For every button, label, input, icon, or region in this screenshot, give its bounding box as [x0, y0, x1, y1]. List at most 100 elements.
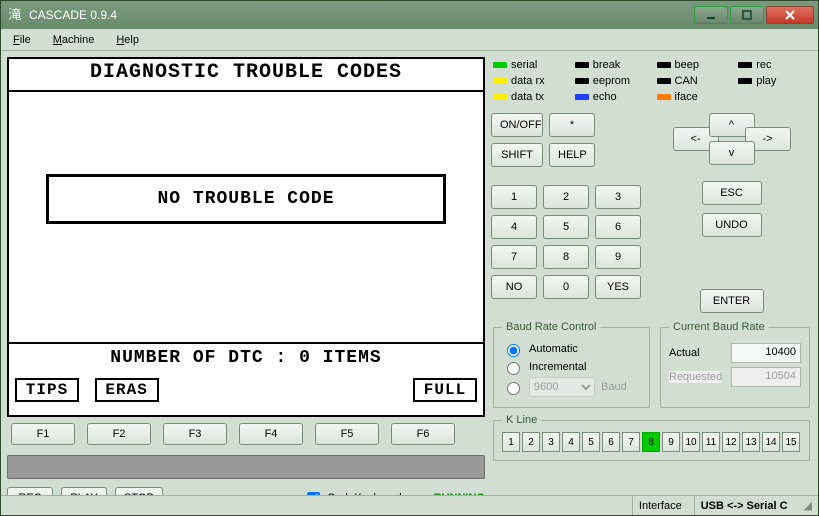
status-iface-label: Interface [632, 496, 688, 515]
key-4[interactable]: 4 [491, 215, 537, 239]
softkey-3 [174, 378, 238, 402]
key-5[interactable]: 5 [543, 215, 589, 239]
yes-button[interactable]: YES [595, 275, 641, 299]
current-baud-legend: Current Baud Rate [669, 321, 769, 333]
key-0[interactable]: 0 [543, 275, 589, 299]
led-eeprom-lamp [575, 78, 589, 84]
menu-file[interactable]: File [9, 32, 35, 48]
current-baud-group: Current Baud Rate Actual10400 Requested1… [660, 321, 810, 408]
kline-cell-12[interactable]: 12 [722, 432, 740, 452]
lcd-message: NO TROUBLE CODE [46, 174, 446, 224]
lcd-softkey-row: TIPS ERAS FULL [9, 378, 483, 402]
led-serial: serial [493, 59, 565, 71]
led-beep-lamp [657, 62, 671, 68]
f5-button[interactable]: F5 [315, 423, 379, 445]
led-rec: rec [738, 59, 810, 71]
kline-cell-7[interactable]: 7 [622, 432, 640, 452]
led-play: play [738, 75, 810, 87]
help-button[interactable]: HELP [549, 143, 595, 167]
kline-cell-5[interactable]: 5 [582, 432, 600, 452]
resize-grip-icon[interactable]: ◢ [804, 499, 812, 512]
minimize-button[interactable] [694, 6, 728, 24]
maximize-button[interactable] [730, 6, 764, 24]
kline-cell-8[interactable]: 8 [642, 432, 660, 452]
key-8[interactable]: 8 [543, 245, 589, 269]
f6-button[interactable]: F6 [391, 423, 455, 445]
led-datarx-lamp [493, 78, 507, 84]
menubar: File Machine Help [1, 29, 818, 51]
f1-button[interactable]: F1 [11, 423, 75, 445]
key-7[interactable]: 7 [491, 245, 537, 269]
menu-file-label: ile [20, 34, 31, 46]
requested-value: 10504 [731, 367, 801, 387]
actual-value: 10400 [731, 343, 801, 363]
key-6[interactable]: 6 [595, 215, 641, 239]
led-play-lamp [738, 78, 752, 84]
key-2[interactable]: 2 [543, 185, 589, 209]
window-title: CASCADE 0.9.4 [29, 8, 694, 22]
kline-legend: K Line [502, 414, 541, 426]
f2-button[interactable]: F2 [87, 423, 151, 445]
baud-rate-control-group: Baud Rate Control Automatic Incremental … [493, 321, 650, 408]
baud-inc-option[interactable]: Incremental [502, 359, 641, 375]
led-can: CAN [657, 75, 729, 87]
kline-cell-13[interactable]: 13 [742, 432, 760, 452]
key-3[interactable]: 3 [595, 185, 641, 209]
kline-cell-2[interactable]: 2 [522, 432, 540, 452]
undo-button[interactable]: UNDO [702, 213, 762, 237]
f4-button[interactable]: F4 [239, 423, 303, 445]
led-break-lamp [575, 62, 589, 68]
menu-machine[interactable]: Machine [49, 32, 99, 48]
key-9[interactable]: 9 [595, 245, 641, 269]
kline-cell-6[interactable]: 6 [602, 432, 620, 452]
kline-cell-9[interactable]: 9 [662, 432, 680, 452]
titlebar: 滝 CASCADE 0.9.4 [1, 1, 818, 29]
led-datarx: data rx [493, 75, 565, 87]
baud-auto-option[interactable]: Automatic [502, 341, 641, 357]
baud-control-legend: Baud Rate Control [502, 321, 601, 333]
kline-cell-15[interactable]: 15 [782, 432, 800, 452]
nav-down-button[interactable]: v [709, 141, 755, 165]
kline-cell-3[interactable]: 3 [542, 432, 560, 452]
star-button[interactable]: * [549, 113, 595, 137]
close-button[interactable] [766, 6, 814, 24]
lcd-title: DIAGNOSTIC TROUBLE CODES [9, 59, 483, 92]
baud-manual-select[interactable]: 9600 [529, 377, 595, 397]
esc-button[interactable]: ESC [702, 181, 762, 205]
led-iface: iface [657, 91, 729, 103]
led-can-lamp [657, 78, 671, 84]
kline-row: 123456789101112131415 [502, 432, 801, 452]
led-echo-lamp [575, 94, 589, 100]
fkey-row: F1 F2 F3 F4 F5 F6 [7, 423, 485, 445]
kline-cell-1[interactable]: 1 [502, 432, 520, 452]
kline-cell-14[interactable]: 14 [762, 432, 780, 452]
f3-button[interactable]: F3 [163, 423, 227, 445]
led-beep: beep [657, 59, 729, 71]
kline-cell-11[interactable]: 11 [702, 432, 720, 452]
menu-help-label: elp [124, 34, 139, 46]
softkey-2: ERAS [95, 378, 159, 402]
softkey-1: TIPS [15, 378, 79, 402]
softkey-6: FULL [413, 378, 477, 402]
no-button[interactable]: NO [491, 275, 537, 299]
softkey-5 [333, 378, 397, 402]
lcd-screen: DIAGNOSTIC TROUBLE CODES NO TROUBLE CODE… [7, 57, 485, 417]
requested-label: Requested [669, 371, 722, 383]
led-eeprom: eeprom [575, 75, 647, 87]
shift-button[interactable]: SHIFT [491, 143, 543, 167]
menu-help[interactable]: Help [112, 32, 143, 48]
kline-cell-10[interactable]: 10 [682, 432, 700, 452]
status-iface-value: USB <-> Serial C [694, 496, 794, 515]
enter-button[interactable]: ENTER [700, 289, 764, 313]
kline-group: K Line 123456789101112131415 [493, 414, 810, 461]
progress-bar [7, 455, 485, 479]
led-echo: echo [575, 91, 647, 103]
status-bar: Interface USB <-> Serial C ◢ [1, 495, 818, 515]
app-icon: 滝 [7, 7, 23, 23]
kline-cell-4[interactable]: 4 [562, 432, 580, 452]
onoff-button[interactable]: ON/OFF [491, 113, 543, 137]
baud-manual-option[interactable]: 9600 Baud [502, 377, 641, 397]
key-1[interactable]: 1 [491, 185, 537, 209]
led-panel: serial break beep rec data rx eeprom CAN… [491, 57, 812, 111]
menu-machine-label: achine [62, 34, 94, 46]
